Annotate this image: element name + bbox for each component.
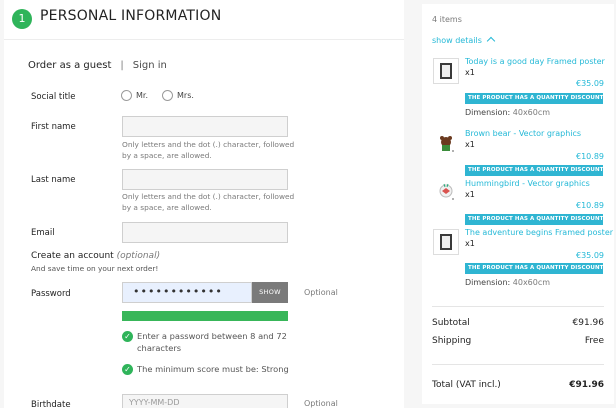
show-password-button[interactable]: SHOW: [252, 282, 288, 303]
shipping-label: Shipping: [432, 336, 472, 346]
product-name[interactable]: Hummingbird - Vector graphics: [465, 179, 590, 188]
total-label: Total (VAT incl.): [432, 380, 501, 390]
product-price: €35.09: [576, 251, 604, 260]
divider: [432, 306, 604, 307]
create-account-optional: (optional): [116, 251, 161, 261]
show-details-link[interactable]: show details: [432, 36, 496, 46]
password-strength-bar: [122, 311, 288, 321]
subtotal-value: €91.96: [572, 318, 605, 328]
show-details-label: show details: [432, 36, 482, 45]
email-label: Email: [31, 228, 55, 238]
email-input[interactable]: [122, 222, 288, 243]
step-header: 1 PERSONAL INFORMATION: [4, 0, 404, 40]
create-account-heading: Create an account: [31, 251, 114, 261]
product-thumbnail[interactable]: [433, 58, 459, 84]
password-optional-label: Optional: [304, 288, 338, 297]
subtotal-row: Subtotal €91.96: [432, 318, 604, 328]
total-value: €91.96: [569, 380, 604, 390]
shipping-row: Shipping Free: [432, 336, 604, 346]
dimension-label: Dimension:: [465, 278, 511, 287]
check-icon: ✓: [122, 331, 133, 342]
hummingbird-thumbnail-icon[interactable]: [436, 180, 458, 202]
product-price: €10.89: [576, 152, 604, 161]
cart-summary-card: 4 items show details Today is a good day…: [422, 4, 614, 404]
tab-order-as-guest[interactable]: Order as a guest: [28, 60, 111, 71]
password-rule-score-text: The minimum score must be: Strong: [137, 364, 289, 374]
radio-mrs-label: Mrs.: [177, 91, 194, 100]
social-title-radios: Mr. Mrs.: [121, 90, 208, 101]
divider: [432, 364, 604, 365]
password-rule-score: ✓ The minimum score must be: Strong: [122, 363, 294, 375]
bear-thumbnail-icon[interactable]: [436, 132, 458, 154]
product-qty: x1: [465, 140, 475, 149]
product-dimension: Dimension: 40x60cm: [465, 278, 550, 287]
product-qty: x1: [465, 68, 475, 77]
password-label: Password: [31, 289, 71, 299]
product-thumbnail[interactable]: [433, 229, 459, 255]
birthdate-label: Birthdate: [31, 400, 71, 408]
product-name[interactable]: Today is a good day Framed poster: [465, 57, 605, 66]
personal-information-card: 1 PERSONAL INFORMATION Order as a guest |…: [4, 0, 404, 408]
create-account-title: Create an account (optional): [31, 251, 160, 261]
dimension-value: 40x60cm: [512, 278, 551, 287]
lastname-input[interactable]: [122, 169, 288, 190]
guest-signin-tabs: Order as a guest | Sign in: [28, 60, 167, 71]
dimension-value: 40x60cm: [512, 108, 551, 117]
lastname-hint: Only letters and the dot (.) character, …: [122, 192, 295, 212]
password-rule-length: ✓ Enter a password between 8 and 72 char…: [122, 330, 294, 354]
product-qty: x1: [465, 239, 475, 248]
firstname-hint: Only letters and the dot (.) character, …: [122, 140, 295, 160]
birthdate-optional-label: Optional: [304, 399, 338, 408]
firstname-input[interactable]: [122, 116, 288, 137]
product-price: €35.09: [576, 79, 604, 88]
radio-mrs[interactable]: [162, 90, 173, 101]
product-qty: x1: [465, 190, 475, 199]
total-row: Total (VAT incl.) €91.96: [432, 380, 604, 390]
password-rule-length-text: Enter a password between 8 and 72 charac…: [137, 331, 287, 353]
password-input[interactable]: ••••••••••••: [122, 282, 252, 303]
check-icon: ✓: [122, 364, 133, 375]
step-number-badge: 1: [12, 9, 32, 29]
tab-sign-in[interactable]: Sign in: [133, 60, 167, 71]
step-title: PERSONAL INFORMATION: [40, 8, 222, 24]
social-title-label: Social title: [31, 92, 76, 102]
discount-badge: THE PRODUCT HAS A QUANTITY DISCOUNT: [465, 165, 603, 176]
lastname-label: Last name: [31, 175, 76, 185]
chevron-up-icon: [487, 36, 496, 46]
firstname-label: First name: [31, 122, 76, 132]
birthdate-input[interactable]: YYYY-MM-DD: [122, 394, 288, 408]
discount-badge: THE PRODUCT HAS A QUANTITY DISCOUNT: [465, 93, 603, 104]
discount-badge: THE PRODUCT HAS A QUANTITY DISCOUNT: [465, 263, 603, 274]
cart-items-count: 4 items: [432, 15, 462, 24]
tab-separator: |: [120, 60, 124, 71]
product-name[interactable]: Brown bear - Vector graphics: [465, 129, 581, 138]
product-name[interactable]: The adventure begins Framed poster: [465, 228, 613, 237]
shipping-value: Free: [584, 336, 604, 346]
product-dimension: Dimension: 40x60cm: [465, 108, 550, 117]
radio-mr-label: Mr.: [136, 91, 148, 100]
dimension-label: Dimension:: [465, 108, 511, 117]
discount-badge: THE PRODUCT HAS A QUANTITY DISCOUNT: [465, 214, 603, 225]
product-price: €10.89: [576, 201, 604, 210]
subtotal-label: Subtotal: [432, 318, 470, 328]
create-account-subtitle: And save time on your next order!: [31, 264, 159, 273]
radio-mr[interactable]: [121, 90, 132, 101]
